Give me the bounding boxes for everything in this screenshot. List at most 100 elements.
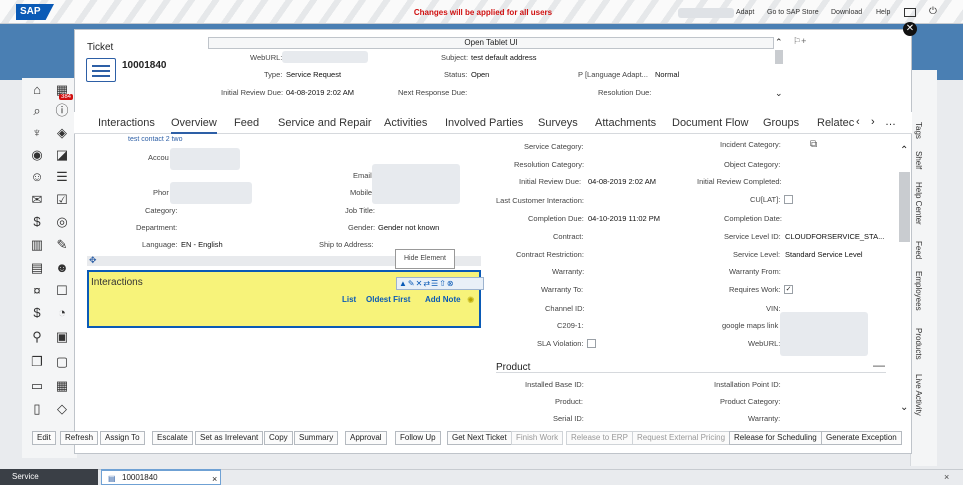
tab-related[interactable]: Relatec [817, 117, 854, 129]
expand-down-icon[interactable]: ⌄ [775, 88, 783, 99]
tag-add-icon[interactable]: ⚐+ [793, 36, 806, 47]
checklist-icon[interactable]: ☑ [52, 190, 72, 210]
tab-attachments[interactable]: Attachments [595, 117, 656, 129]
sla-violation-checkbox[interactable] [587, 339, 596, 348]
content-scrollbar[interactable] [899, 172, 910, 242]
payment-icon[interactable]: $ [27, 212, 47, 232]
service-person-icon[interactable]: ☻ [52, 258, 72, 278]
assign-to-button[interactable]: Assign To [100, 431, 145, 445]
box-icon[interactable]: ◇ [52, 399, 72, 419]
list-link[interactable]: List [342, 295, 356, 304]
sap-store-link[interactable]: Go to SAP Store [767, 9, 819, 16]
category-label: Category: [145, 206, 178, 215]
tab-close-icon[interactable]: × [212, 473, 217, 485]
map-pin-icon[interactable]: ⚲ [27, 327, 47, 347]
more-icon[interactable]: … [885, 116, 896, 128]
contact-link[interactable]: test contact 2 two [128, 136, 182, 143]
chart-icon[interactable]: ◪ [52, 145, 72, 165]
tab-interactions[interactable]: Interactions [98, 117, 155, 129]
hide-element-tooltip: Hide Element [395, 249, 455, 269]
get-next-ticket-button[interactable]: Get Next Ticket [447, 431, 512, 445]
edit-doc-icon[interactable]: ✎ [52, 235, 72, 255]
value-help-icon[interactable]: ⧉ [810, 139, 817, 150]
person-icon[interactable]: ☺ [27, 167, 47, 187]
download-link[interactable]: Download [831, 9, 862, 16]
mail-icon[interactable]: ✉ [27, 190, 47, 210]
coin-icon[interactable]: ◎ [52, 212, 72, 232]
oldest-first-link[interactable]: Oldest First [366, 295, 410, 304]
summary-button[interactable]: Summary [294, 431, 339, 445]
tab-tags[interactable]: Tags [914, 122, 923, 139]
generate-exception-button[interactable]: Generate Exception [821, 431, 902, 445]
adapt-link[interactable]: Adapt [736, 9, 754, 16]
tab-employees[interactable]: Employees [914, 271, 923, 311]
scroll-down-icon[interactable]: ⌄ [900, 402, 908, 413]
collapse-up-icon[interactable]: ⌃ [775, 37, 783, 48]
schedule-icon[interactable]: ▤ [27, 258, 47, 278]
open-tablet-ui-bar[interactable]: Open Tablet UI [208, 37, 774, 49]
settings-gear-icon[interactable]: ✺ [467, 295, 475, 306]
report-icon[interactable]: ▣ [52, 327, 72, 347]
cu-lat-checkbox[interactable] [784, 195, 793, 204]
close-all-icon[interactable]: × [944, 472, 949, 482]
tab-next-icon[interactable]: › [871, 116, 875, 128]
tab-service-and-repair[interactable]: Service and Repair [278, 117, 372, 129]
release-to-erp-button[interactable]: Release to ERP [566, 431, 633, 445]
tab-document-flow[interactable]: Document Flow [672, 117, 748, 129]
tab-prev-icon[interactable]: ‹ [856, 116, 860, 128]
close-icon[interactable]: ✕ [903, 22, 917, 36]
grid-icon[interactable]: ▦ [52, 376, 72, 396]
ship-to-address-label: Ship to Address: [319, 240, 374, 249]
search-icon[interactable]: ⌕ [27, 101, 47, 121]
edit-button[interactable]: Edit [32, 431, 56, 445]
service-work-center[interactable]: Service [0, 469, 98, 485]
list-icon[interactable]: ☰ [52, 167, 72, 187]
scroll-up-icon[interactable]: ⌃ [900, 145, 908, 156]
escalate-button[interactable]: Escalate [152, 431, 193, 445]
cube-icon[interactable]: ◈ [52, 123, 72, 143]
tab-groups[interactable]: Groups [763, 117, 799, 129]
release-for-scheduling-button[interactable]: Release for Scheduling [729, 431, 822, 445]
warranty-label: Warranty: [552, 267, 585, 276]
phone-icon[interactable]: ☐ [52, 281, 72, 301]
cash-icon[interactable]: ¤ [27, 281, 47, 301]
tab-shelf[interactable]: Shelf [914, 151, 923, 169]
open-ticket-tab[interactable]: ▤ 10001840 × [101, 469, 221, 485]
tab-live-activity[interactable]: Live Activity [914, 374, 923, 416]
dollar-icon[interactable]: $ [27, 303, 47, 323]
collapse-section-icon[interactable]: — [873, 358, 885, 372]
building-icon[interactable]: ▥ [27, 235, 47, 255]
user-circle-icon[interactable]: ◉ [27, 145, 47, 165]
clipboard-icon[interactable]: ▯ [27, 399, 47, 419]
set-as-irrelevant-button[interactable]: Set as Irrelevant [195, 431, 264, 445]
refresh-button[interactable]: Refresh [60, 431, 99, 445]
element-toolbar[interactable]: ▲✎✕⇄☰⇧⊗ [396, 277, 484, 290]
alert-icon[interactable]: ⓘ [52, 101, 72, 121]
document-icon[interactable]: ▢ [52, 352, 72, 372]
window-icon[interactable] [904, 8, 916, 17]
tab-feed[interactable]: Feed [234, 117, 259, 129]
tab-surveys[interactable]: Surveys [538, 117, 578, 129]
tab-feed-panel[interactable]: Feed [914, 241, 923, 259]
tab-overview[interactable]: Overview [171, 117, 217, 134]
tab-products[interactable]: Products [914, 328, 923, 360]
power-icon[interactable]: ⏻ [929, 6, 937, 17]
tab-help-center[interactable]: Help Center [914, 182, 923, 225]
org-chart-icon[interactable]: ♆ [27, 123, 47, 143]
request-external-pricing-button[interactable]: Request External Pricing [632, 431, 731, 445]
requires-work-checkbox[interactable]: ✓ [784, 285, 793, 294]
add-note-link[interactable]: Add Note [425, 295, 461, 304]
copy-button[interactable]: Copy [264, 431, 293, 445]
tab-involved-parties[interactable]: Involved Parties [445, 117, 523, 129]
header-scrollbar[interactable] [775, 50, 783, 64]
copy-icon[interactable]: ❐ [27, 352, 47, 372]
event-icon[interactable]: ▭ [27, 376, 47, 396]
tab-activities[interactable]: Activities [384, 117, 427, 129]
follow-up-button[interactable]: Follow Up [395, 431, 441, 445]
approval-button[interactable]: Approval [345, 431, 387, 445]
home-icon[interactable]: ⌂ [27, 80, 47, 100]
help-link[interactable]: Help [876, 9, 890, 16]
move-handle-icon[interactable]: ✥ [89, 255, 97, 266]
pie-icon[interactable]: ◔ [52, 303, 72, 323]
finish-work-button[interactable]: Finish Work [511, 431, 564, 445]
